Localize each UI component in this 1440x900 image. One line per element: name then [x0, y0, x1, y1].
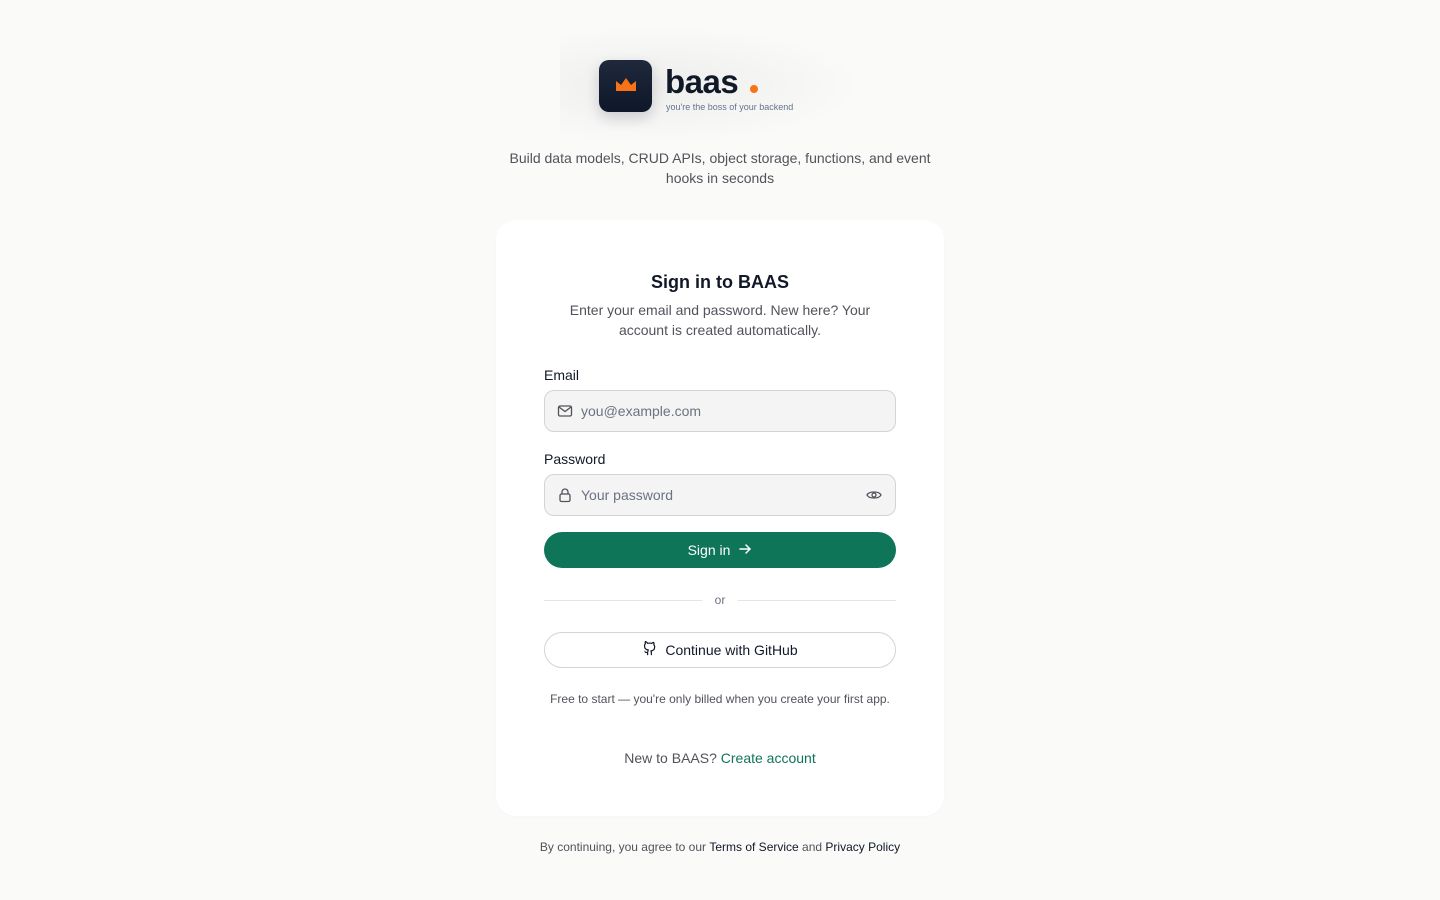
divider-line-right [738, 600, 896, 601]
brand-name: baas [665, 63, 739, 100]
divider-label: or [714, 593, 726, 607]
create-account-link[interactable]: Create account [721, 750, 816, 766]
sign-in-label: Sign in [687, 542, 731, 558]
brand-dot [750, 85, 758, 93]
arrow-right-icon [738, 542, 752, 559]
sign-in-button[interactable]: Sign in [544, 532, 896, 568]
github-button[interactable]: Continue with GitHub [544, 632, 896, 668]
divider-line-left [544, 600, 702, 601]
crown-icon [615, 76, 637, 97]
password-input[interactable] [581, 475, 861, 515]
privacy-link[interactable]: Privacy Policy [825, 840, 900, 854]
email-label: Email [544, 367, 580, 383]
password-label: Password [544, 451, 606, 467]
sign-in-page: baas you're the boss of your backend Bui… [0, 0, 1440, 900]
card-subtitle: Enter your email and password. New here?… [569, 302, 871, 338]
hero-description: Build data models, CRUD APIs, object sto… [509, 150, 931, 186]
billing-note: Free to start — you're only billed when … [550, 692, 890, 706]
create-account-row: New to BAAS? Create account [544, 748, 896, 768]
legal-notice: By continuing, you agree to our Terms of… [400, 838, 1040, 856]
legal-and: and [802, 840, 823, 854]
lock-icon [557, 487, 573, 503]
eye-icon[interactable] [865, 486, 883, 504]
legal-prefix: By continuing, you agree to our [539, 840, 706, 854]
email-input[interactable] [581, 391, 861, 431]
email-field[interactable] [544, 390, 896, 432]
mail-icon [557, 403, 573, 419]
password-field[interactable] [544, 474, 896, 516]
new-prefix: New to BAAS? [624, 750, 717, 766]
brand-tagline: you're the boss of your backend [666, 102, 794, 112]
card-title: Sign in to BAAS [651, 272, 789, 292]
terms-link[interactable]: Terms of Service [709, 840, 798, 854]
brand-logo-mark [599, 60, 652, 112]
github-label: Continue with GitHub [665, 642, 798, 658]
github-icon [642, 640, 657, 659]
